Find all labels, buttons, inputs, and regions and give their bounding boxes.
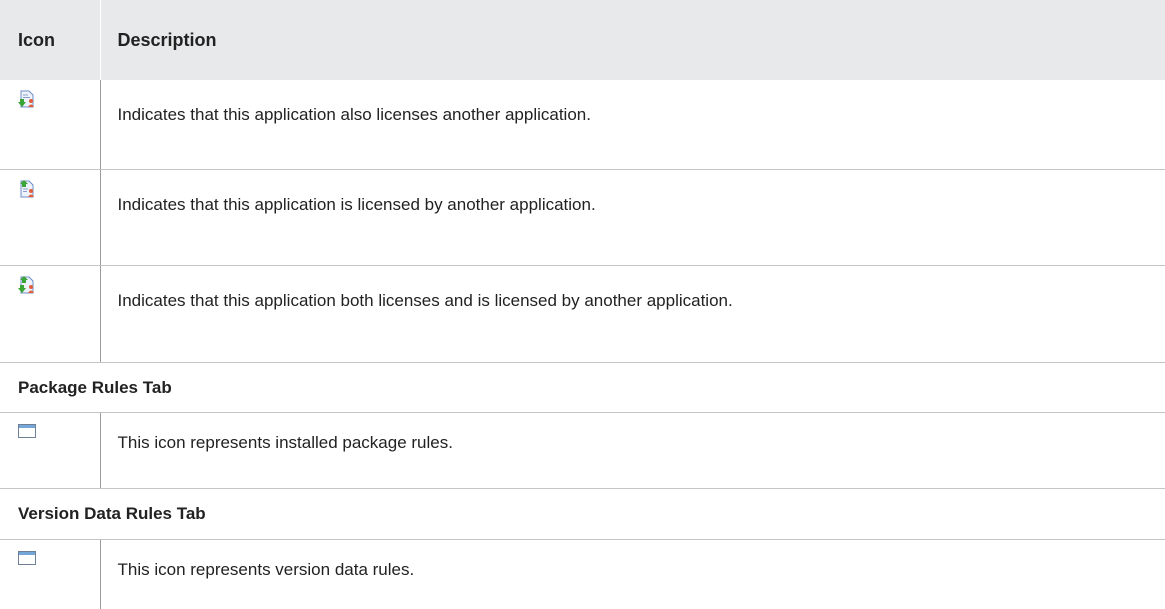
icon-cell (0, 80, 100, 170)
licenses-and-licensed-icon (18, 276, 36, 294)
table-header-row: Icon Description (0, 0, 1165, 80)
table-row: This icon represents version data rules. (0, 540, 1165, 609)
icon-cell (0, 413, 100, 489)
table-row: Indicates that this application is licen… (0, 170, 1165, 266)
icon-cell (0, 170, 100, 266)
licenses-another-app-icon (18, 90, 36, 108)
description-cell: This icon represents installed package r… (100, 413, 1165, 489)
icon-cell (0, 266, 100, 363)
description-cell: This icon represents version data rules. (100, 540, 1165, 609)
description-cell: Indicates that this application is licen… (100, 170, 1165, 266)
section-row-version-data-rules: Version Data Rules Tab (0, 489, 1165, 540)
section-title: Package Rules Tab (0, 363, 1165, 413)
table-row: Indicates that this application also lic… (0, 80, 1165, 170)
window-icon (18, 551, 36, 565)
description-cell: Indicates that this application both lic… (100, 266, 1165, 363)
icon-cell (0, 540, 100, 609)
description-cell: Indicates that this application also lic… (100, 80, 1165, 170)
table-row: This icon represents installed package r… (0, 413, 1165, 489)
licensed-by-another-app-icon (18, 180, 36, 198)
section-row-package-rules: Package Rules Tab (0, 363, 1165, 413)
icon-description-table: Icon Description Indicates that this app… (0, 0, 1165, 609)
description-column-header: Description (100, 0, 1165, 80)
window-icon (18, 424, 36, 438)
icon-column-header: Icon (0, 0, 100, 80)
table-row: Indicates that this application both lic… (0, 266, 1165, 363)
section-title: Version Data Rules Tab (0, 489, 1165, 540)
